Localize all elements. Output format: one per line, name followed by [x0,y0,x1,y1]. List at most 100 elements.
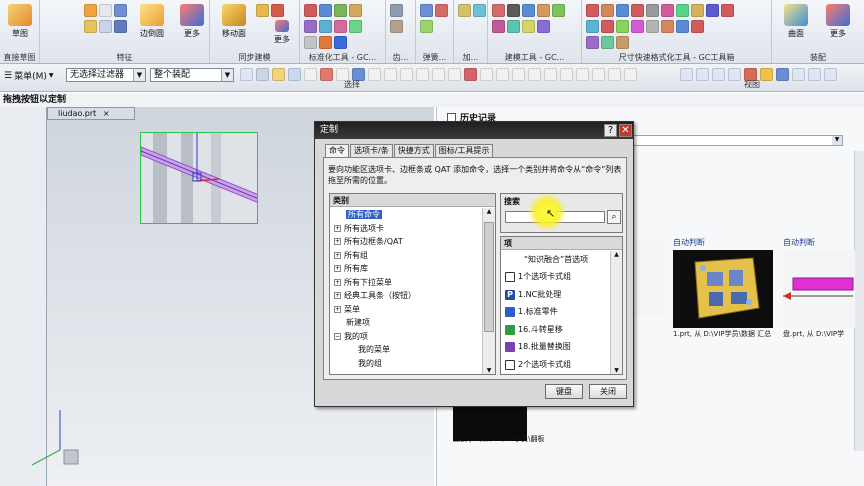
dimension-icon[interactable] [631,4,644,17]
snap-icon[interactable] [384,68,397,81]
dimension-icon[interactable] [676,4,689,17]
pan-icon[interactable] [696,68,709,81]
delete-face-icon[interactable] [271,4,284,17]
render-icon[interactable] [760,68,773,81]
snap-icon[interactable] [496,68,509,81]
extrude-icon[interactable] [84,4,97,17]
dimension-icon[interactable] [616,36,629,49]
hole-icon[interactable] [99,4,112,17]
modeling-tool-icon[interactable] [522,20,535,33]
modeling-tool-icon[interactable] [492,4,505,17]
sketch-button[interactable]: 草图 [0,2,40,48]
category-item[interactable]: − 我的项 [330,330,483,344]
select-icon[interactable] [256,68,269,81]
dimension-icon[interactable] [601,20,614,33]
scroll-thumb[interactable] [484,222,494,332]
list-item[interactable]: 1个选项卡式组 [501,269,611,287]
history-thumbnail[interactable]: 自动判断 盘.prt, 从 D:\VIP学 [783,237,855,347]
dimension-icon[interactable] [601,4,614,17]
history-thumbnail[interactable]: 自动判断 1.prt, 从 D:\VIP学员\数据 汇总 [673,237,773,347]
help-button[interactable]: ? [604,124,617,137]
scroll-up-icon[interactable]: ▲ [611,251,622,258]
category-item[interactable]: + 所有下拉菜单 [330,276,483,290]
close-button[interactable]: 关闭 [589,384,627,399]
snap-icon[interactable] [608,68,621,81]
replace-face-icon[interactable] [256,4,269,17]
dimension-icon[interactable] [586,4,599,17]
modeling-tool-icon[interactable] [537,4,550,17]
tab-commands[interactable]: 命令 [325,144,349,158]
gc-tool-icon[interactable] [319,20,332,33]
category-item[interactable]: 我的组 [330,357,483,371]
view-orient-icon[interactable] [776,68,789,81]
menu-button[interactable]: ☰ 菜单(M) ▼ [4,69,54,83]
layer-icon[interactable] [824,68,837,81]
gc-tool-icon[interactable] [319,4,332,17]
dimension-icon[interactable] [646,4,659,17]
category-item[interactable]: + 所有库 [330,262,483,276]
category-item[interactable]: + 经典工具条（按钮） [330,289,483,303]
snap-icon[interactable] [304,68,317,81]
revolve-icon[interactable] [84,20,97,33]
selected-model-region[interactable] [140,132,258,224]
spring-icon[interactable] [435,4,448,17]
list-item[interactable]: P 1.NC批处理 [501,286,611,304]
expand-icon[interactable]: + [334,278,341,286]
expand-icon[interactable]: + [334,224,341,232]
snap-icon[interactable] [368,68,381,81]
dimension-icon[interactable] [586,20,599,33]
assembly-more-button[interactable]: 更多 [818,2,858,48]
snap-icon[interactable] [512,68,525,81]
surface-button[interactable]: 曲面 [776,2,816,48]
spring-icon[interactable] [420,4,433,17]
gc-tool-icon[interactable] [304,36,317,49]
category-item-all-commands[interactable]: 所有命令 [330,208,483,222]
dimension-icon[interactable] [691,4,704,17]
dimension-icon[interactable] [676,20,689,33]
gc-tool-icon[interactable] [304,4,317,17]
scroll-up-icon[interactable]: ▲ [483,208,495,215]
snap-icon[interactable] [528,68,541,81]
gc-tool-icon[interactable] [319,36,332,49]
expand-icon[interactable]: + [334,251,341,259]
snap-icon[interactable] [320,68,333,81]
unite-icon[interactable] [114,4,127,17]
add-icon[interactable] [473,4,486,17]
keyboard-button[interactable]: 键盘 [545,384,583,399]
history-scrollbar[interactable] [854,151,864,451]
dimension-icon[interactable] [616,20,629,33]
dimension-icon[interactable] [586,36,599,49]
snap-icon[interactable] [432,68,445,81]
rotate-icon[interactable] [680,68,693,81]
modeling-tool-icon[interactable] [492,20,505,33]
layer-icon[interactable] [792,68,805,81]
dimension-icon[interactable] [721,4,734,17]
move-face-button[interactable]: 移动面 [214,2,254,48]
snap-icon[interactable] [400,68,413,81]
snap-icon[interactable] [464,68,477,81]
gc-tool-icon[interactable] [334,4,347,17]
select-icon[interactable] [240,68,253,81]
history-filter-dropdown[interactable]: ▼ [631,135,843,146]
snap-icon[interactable] [544,68,557,81]
search-button[interactable]: ⌕ [607,210,621,224]
gc-tool-icon[interactable] [334,20,347,33]
list-item[interactable]: 18.批量替换图 [501,339,611,357]
gear-icon[interactable] [390,4,403,17]
snap-icon[interactable] [592,68,605,81]
edge-blend-button[interactable]: 边倒圆 [132,2,172,48]
dimension-icon[interactable] [646,20,659,33]
dimension-icon[interactable] [661,20,674,33]
dialog-title-bar[interactable]: 定制 ? ✕ [315,122,633,139]
gc-tool-icon[interactable] [334,36,347,49]
gc-tool-icon[interactable] [349,20,362,33]
category-item[interactable]: + 所有组 [330,249,483,263]
snap-icon[interactable] [624,68,637,81]
shell-icon[interactable] [99,20,112,33]
gc-tool-icon[interactable] [304,20,317,33]
subtract-icon[interactable] [114,20,127,33]
modeling-tool-icon[interactable] [552,4,565,17]
tab-icons-tooltips[interactable]: 图标/工具提示 [434,144,494,158]
expand-icon[interactable]: + [334,265,341,272]
fit-icon[interactable] [728,68,741,81]
